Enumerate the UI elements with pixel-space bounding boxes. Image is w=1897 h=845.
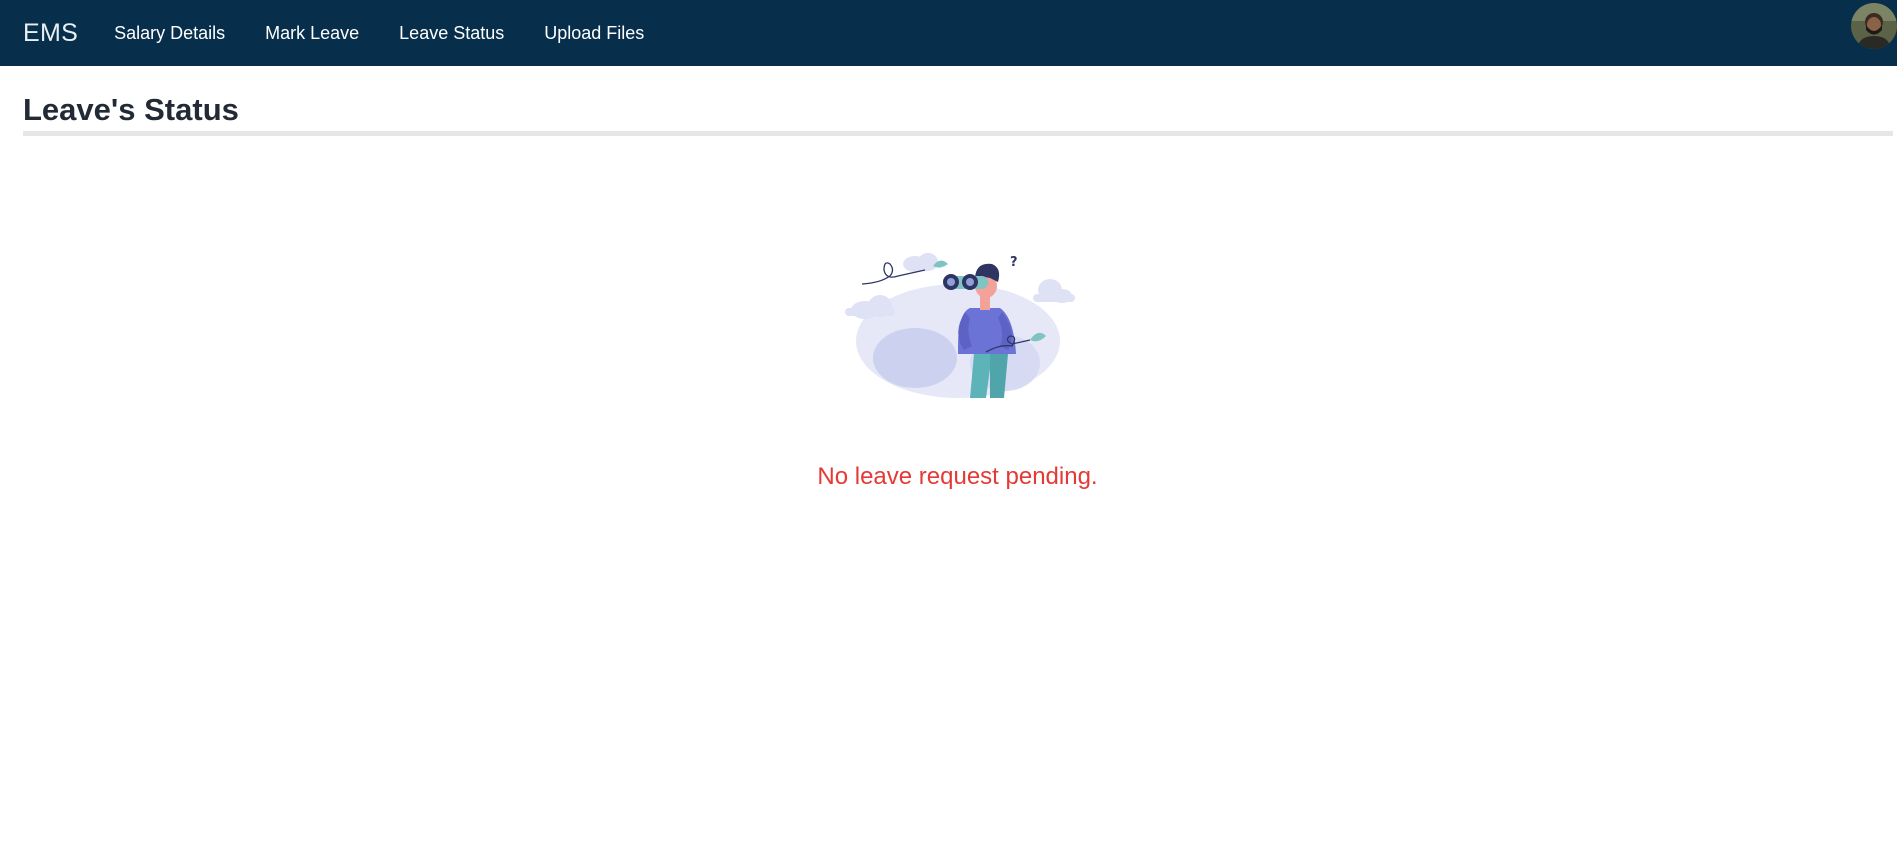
svg-text:?: ?: [1010, 255, 1018, 270]
nav-link-mark-leave[interactable]: Mark Leave: [265, 23, 359, 44]
nav-links: Salary Details Mark Leave Leave Status U…: [114, 23, 684, 44]
empty-state-message: No leave request pending.: [817, 463, 1098, 490]
brand-logo[interactable]: EMS: [23, 19, 78, 48]
nav-link-leave-status[interactable]: Leave Status: [399, 23, 504, 44]
title-divider: [23, 131, 1893, 136]
page-title: Leave's Status: [23, 92, 239, 127]
nav-link-upload-files[interactable]: Upload Files: [544, 23, 644, 44]
user-avatar-image: [1851, 3, 1897, 49]
top-navbar: EMS Salary Details Mark Leave Leave Stat…: [0, 0, 1897, 66]
user-avatar[interactable]: [1851, 3, 1897, 49]
nav-link-salary-details[interactable]: Salary Details: [114, 23, 225, 44]
searching-binoculars-illustration: ?: [845, 253, 1075, 398]
